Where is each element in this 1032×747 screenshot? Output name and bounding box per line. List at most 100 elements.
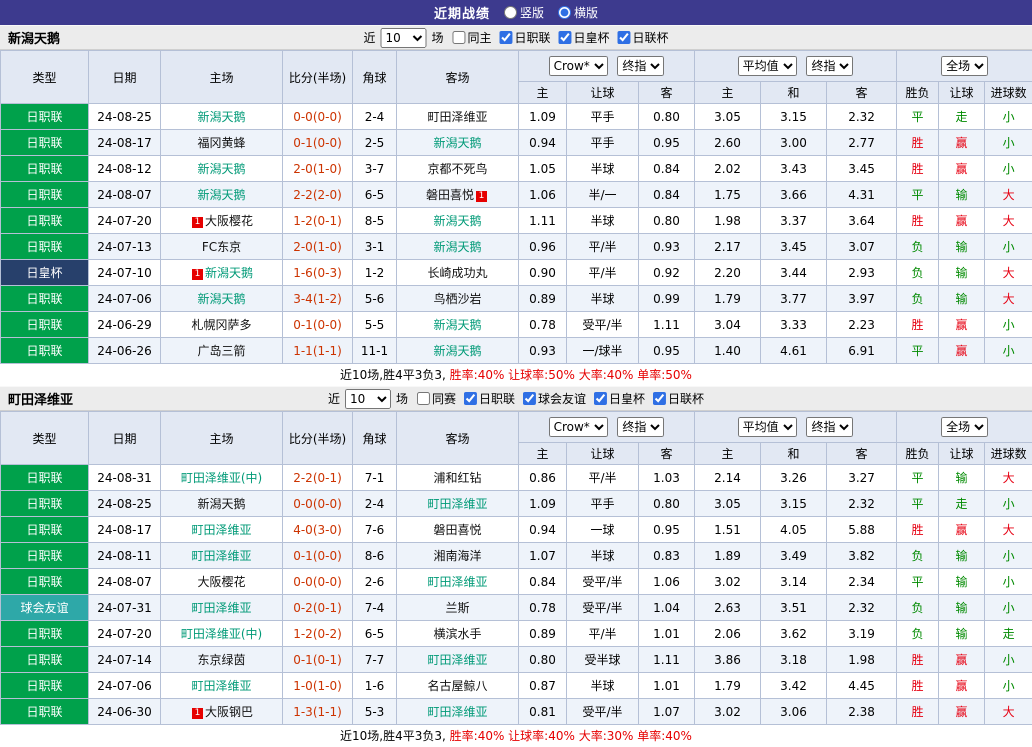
team-link[interactable]: 町田泽维亚 bbox=[191, 601, 251, 615]
team-cell-away: 新潟天鹅 bbox=[397, 130, 519, 156]
filter-controls: 近 10 场 同主日职联日皇杯日联杯 bbox=[363, 28, 668, 48]
team-link[interactable]: 新潟天鹅 bbox=[433, 136, 481, 150]
team-link[interactable]: 町田泽维亚(中) bbox=[181, 627, 262, 641]
team-link[interactable]: 名古屋鲸八 bbox=[427, 679, 487, 693]
recent-count-select[interactable]: 10 bbox=[380, 28, 426, 48]
team-link[interactable]: 京都不死鸟 bbox=[427, 162, 487, 176]
bookmaker-select[interactable]: Crow* bbox=[549, 417, 608, 437]
team-link[interactable]: 町田泽维亚 bbox=[191, 523, 251, 537]
filter-checkbox[interactable]: 同主 bbox=[452, 29, 491, 46]
team-link[interactable]: 横滨水手 bbox=[433, 627, 481, 641]
filter-checkbox[interactable]: 球会友谊 bbox=[523, 390, 586, 407]
team-link[interactable]: 町田泽维亚 bbox=[427, 705, 487, 719]
team-link[interactable]: 町田泽维亚 bbox=[191, 549, 251, 563]
score-link[interactable]: 0-1(0-0) bbox=[283, 312, 353, 338]
horizontal-radio[interactable] bbox=[558, 6, 571, 19]
team-link[interactable]: 新潟天鹅 bbox=[197, 162, 245, 176]
filter-checkbox[interactable]: 日联杯 bbox=[653, 390, 704, 407]
team-link[interactable]: 新潟天鹅 bbox=[433, 214, 481, 228]
team-link[interactable]: 大阪钢巴 bbox=[205, 705, 253, 719]
score-link[interactable]: 0-1(0-0) bbox=[283, 130, 353, 156]
team-link[interactable]: 新潟天鹅 bbox=[197, 497, 245, 511]
team-link[interactable]: 磐田喜悦 bbox=[426, 188, 474, 202]
team-link[interactable]: 福冈黄蜂 bbox=[197, 136, 245, 150]
team-link[interactable]: 新潟天鹅 bbox=[205, 266, 253, 280]
score-link[interactable]: 2-2(2-0) bbox=[283, 182, 353, 208]
layout-radio-vertical[interactable]: 竖版 bbox=[504, 4, 544, 21]
score-link[interactable]: 0-0(0-0) bbox=[283, 104, 353, 130]
team-link[interactable]: FC东京 bbox=[202, 240, 241, 254]
team-link[interactable]: 浦和红钻 bbox=[433, 471, 481, 485]
team-cell-away: 磐田喜悦1 bbox=[397, 182, 519, 208]
score-link[interactable]: 1-2(0-1) bbox=[283, 208, 353, 234]
score-link[interactable]: 1-6(0-3) bbox=[283, 260, 353, 286]
filter-checkbox[interactable]: 同赛 bbox=[417, 390, 456, 407]
team-link[interactable]: 札幌冈萨多 bbox=[191, 318, 251, 332]
score-link[interactable]: 3-4(1-2) bbox=[283, 286, 353, 312]
checkbox-input[interactable] bbox=[464, 392, 477, 405]
filter-checkbox[interactable]: 日皇杯 bbox=[594, 390, 645, 407]
bookmaker-select[interactable]: Crow* bbox=[549, 56, 608, 76]
filter-checkbox[interactable]: 日职联 bbox=[464, 390, 515, 407]
score-link[interactable]: 0-1(0-1) bbox=[283, 647, 353, 673]
euro-stage-select[interactable]: 终指 bbox=[806, 56, 853, 76]
team-link[interactable]: 磐田喜悦 bbox=[433, 523, 481, 537]
scope-select[interactable]: 全场 bbox=[941, 417, 988, 437]
vertical-radio[interactable] bbox=[504, 6, 517, 19]
team-link[interactable]: 东京绿茵 bbox=[197, 653, 245, 667]
team-link[interactable]: 町田泽维亚 bbox=[427, 497, 487, 511]
filter-checkbox[interactable]: 日联杯 bbox=[618, 29, 669, 46]
filter-checkbox[interactable]: 日皇杯 bbox=[559, 29, 610, 46]
score-link[interactable]: 1-3(1-1) bbox=[283, 699, 353, 725]
euro-source-select[interactable]: 平均值 bbox=[738, 56, 797, 76]
team-link[interactable]: 新潟天鹅 bbox=[433, 318, 481, 332]
result-cell: 输 bbox=[939, 543, 985, 569]
team-link[interactable]: 鸟栖沙岩 bbox=[433, 292, 481, 306]
filter-checkbox[interactable]: 日职联 bbox=[500, 29, 551, 46]
team-link[interactable]: 町田泽维亚 bbox=[427, 110, 487, 124]
team-link[interactable]: 町田泽维亚(中) bbox=[181, 471, 262, 485]
euro-stage-select[interactable]: 终指 bbox=[806, 417, 853, 437]
team-link[interactable]: 新潟天鹅 bbox=[197, 292, 245, 306]
asia-stage-select[interactable]: 终指 bbox=[617, 417, 664, 437]
team-link[interactable]: 兰斯 bbox=[445, 601, 469, 615]
checkbox-input[interactable] bbox=[417, 392, 430, 405]
team-link[interactable]: 大阪樱花 bbox=[205, 214, 253, 228]
team-link[interactable]: 大阪樱花 bbox=[197, 575, 245, 589]
score-link[interactable]: 1-1(1-1) bbox=[283, 338, 353, 364]
score-link[interactable]: 0-0(0-0) bbox=[283, 569, 353, 595]
euro-source-select[interactable]: 平均值 bbox=[738, 417, 797, 437]
layout-radio-horizontal[interactable]: 横版 bbox=[558, 4, 598, 21]
checkbox-input[interactable] bbox=[653, 392, 666, 405]
score-link[interactable]: 0-1(0-0) bbox=[283, 543, 353, 569]
checkbox-input[interactable] bbox=[500, 31, 513, 44]
checkbox-input[interactable] bbox=[452, 31, 465, 44]
scope-select[interactable]: 全场 bbox=[941, 56, 988, 76]
score-link[interactable]: 2-0(1-0) bbox=[283, 156, 353, 182]
checkbox-input[interactable] bbox=[523, 392, 536, 405]
team-link[interactable]: 湘南海洋 bbox=[433, 549, 481, 563]
euro-odds-cell: 3.00 bbox=[761, 130, 827, 156]
score-link[interactable]: 1-2(0-2) bbox=[283, 621, 353, 647]
asia-stage-select[interactable]: 终指 bbox=[617, 56, 664, 76]
team-link[interactable]: 新潟天鹅 bbox=[197, 110, 245, 124]
score-link[interactable]: 2-0(1-0) bbox=[283, 234, 353, 260]
checkbox-input[interactable] bbox=[559, 31, 572, 44]
team-link[interactable]: 新潟天鹅 bbox=[197, 188, 245, 202]
checkbox-input[interactable] bbox=[618, 31, 631, 44]
score-link[interactable]: 0-0(0-0) bbox=[283, 491, 353, 517]
team-link[interactable]: 广岛三箭 bbox=[197, 344, 245, 358]
sub-header-result: 胜负 bbox=[897, 82, 939, 104]
score-link[interactable]: 1-0(1-0) bbox=[283, 673, 353, 699]
team-link[interactable]: 町田泽维亚 bbox=[191, 679, 251, 693]
score-link[interactable]: 0-2(0-1) bbox=[283, 595, 353, 621]
team-link[interactable]: 长崎成功丸 bbox=[427, 266, 487, 280]
team-link[interactable]: 町田泽维亚 bbox=[427, 653, 487, 667]
checkbox-input[interactable] bbox=[594, 392, 607, 405]
score-link[interactable]: 4-0(3-0) bbox=[283, 517, 353, 543]
score-link[interactable]: 2-2(0-1) bbox=[283, 465, 353, 491]
recent-count-select[interactable]: 10 bbox=[345, 389, 391, 409]
team-link[interactable]: 新潟天鹅 bbox=[433, 344, 481, 358]
team-link[interactable]: 町田泽维亚 bbox=[427, 575, 487, 589]
team-link[interactable]: 新潟天鹅 bbox=[433, 240, 481, 254]
